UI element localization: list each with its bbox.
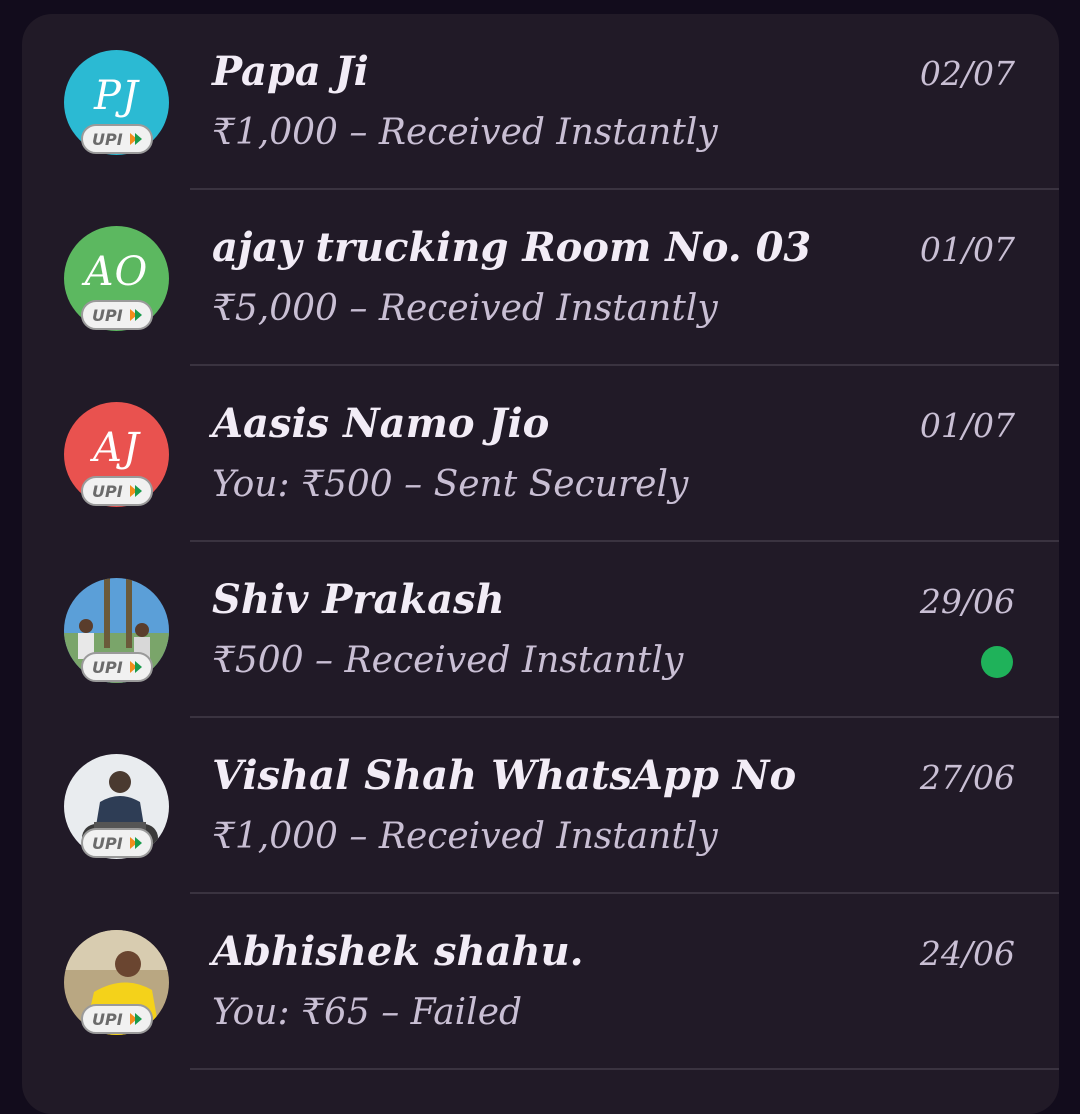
- avatar-initials: AO: [84, 248, 149, 295]
- svg-text:UPI: UPI: [92, 482, 123, 500]
- svg-text:UPI: UPI: [92, 130, 123, 148]
- last-transaction: You: ₹65 – Failed: [212, 992, 523, 1033]
- upi-badge-icon: UPI: [81, 124, 153, 154]
- svg-text:UPI: UPI: [92, 306, 123, 324]
- conversation-list: PJ UPI Papa Ji ₹1,000 – Received Instant…: [22, 14, 1059, 1114]
- conversation-row-vishal-shah[interactable]: UPI Vishal Shah WhatsApp No ₹1,000 – Rec…: [22, 718, 1059, 894]
- conversation-row-papa-ji[interactable]: PJ UPI Papa Ji ₹1,000 – Received Instant…: [22, 14, 1059, 190]
- conversation-row-abhishek-shahu[interactable]: UPI Abhishek shahu. You: ₹65 – Failed 24…: [22, 894, 1059, 1070]
- conversation-row-ajay-trucking[interactable]: AO UPI ajay trucking Room No. 03 ₹5,000 …: [22, 190, 1059, 366]
- last-transaction: ₹5,000 – Received Instantly: [212, 288, 718, 329]
- upi-badge-icon: UPI: [81, 476, 153, 506]
- conversation-row-shiv-prakash[interactable]: UPI Shiv Prakash ₹500 – Received Instant…: [22, 542, 1059, 718]
- unread-indicator-icon: [981, 646, 1013, 678]
- row-divider: [190, 1068, 1059, 1070]
- contact-name: Vishal Shah WhatsApp No: [212, 752, 797, 799]
- avatar-initials: AJ: [93, 424, 140, 471]
- avatar: AO UPI: [64, 226, 169, 331]
- upi-badge-icon: UPI: [81, 300, 153, 330]
- avatar-initials: PJ: [94, 72, 139, 119]
- contact-name: Papa Ji: [212, 48, 369, 95]
- conversation-row-aasis-namo-jio[interactable]: AJ UPI Aasis Namo Jio You: ₹500 – Sent S…: [22, 366, 1059, 542]
- transaction-date: 27/06: [919, 758, 1015, 797]
- transaction-date: 01/07: [919, 230, 1015, 269]
- avatar: UPI: [64, 754, 169, 859]
- svg-text:UPI: UPI: [92, 834, 123, 852]
- svg-text:UPI: UPI: [92, 1010, 123, 1028]
- last-transaction: You: ₹500 – Sent Securely: [212, 464, 689, 505]
- last-transaction: ₹1,000 – Received Instantly: [212, 816, 718, 857]
- upi-badge-icon: UPI: [81, 828, 153, 858]
- last-transaction: ₹1,000 – Received Instantly: [212, 112, 718, 153]
- transaction-date: 24/06: [919, 934, 1015, 973]
- avatar: AJ UPI: [64, 402, 169, 507]
- upi-badge-icon: UPI: [81, 652, 153, 682]
- contact-name: Abhishek shahu.: [212, 928, 584, 975]
- contact-name: Shiv Prakash: [212, 576, 505, 623]
- transaction-date: 02/07: [919, 54, 1015, 93]
- avatar: UPI: [64, 930, 169, 1035]
- svg-text:UPI: UPI: [92, 658, 123, 676]
- avatar: UPI: [64, 578, 169, 683]
- avatar: PJ UPI: [64, 50, 169, 155]
- transaction-date: 29/06: [919, 582, 1015, 621]
- contact-name: ajay trucking Room No. 03: [212, 224, 812, 271]
- transaction-date: 01/07: [919, 406, 1015, 445]
- contact-name: Aasis Namo Jio: [212, 400, 550, 447]
- upi-badge-icon: UPI: [81, 1004, 153, 1034]
- last-transaction: ₹500 – Received Instantly: [212, 640, 684, 681]
